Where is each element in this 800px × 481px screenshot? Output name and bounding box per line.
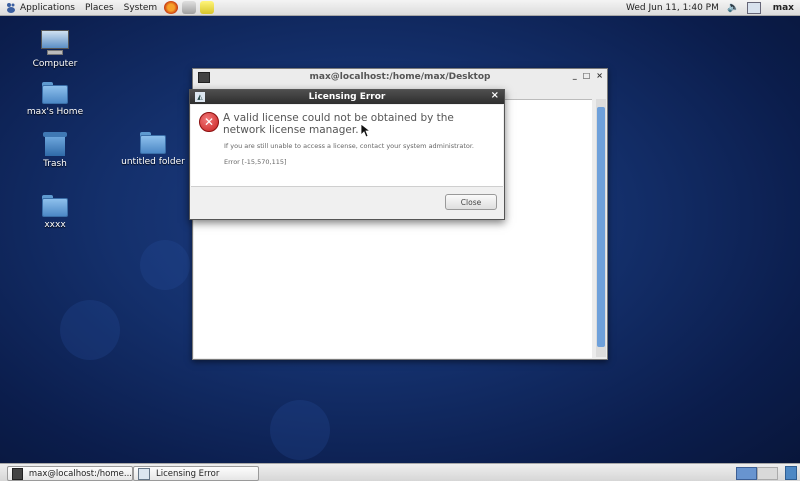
licensing-error-dialog: ◭ Licensing Error × ✕ A valid license co… <box>189 89 505 220</box>
desktop-icon-label: Trash <box>43 159 67 169</box>
desktop-icon-label: untitled folder <box>121 157 185 167</box>
trash-icon <box>43 132 67 156</box>
close-button[interactable]: × <box>596 71 603 80</box>
computer-icon <box>41 30 69 56</box>
app-logo-icon: ◭ <box>195 92 205 102</box>
dialog-content: ✕ A valid license could not be obtained … <box>191 105 503 187</box>
bg-bubble <box>60 300 120 360</box>
workspace-1[interactable] <box>736 467 757 480</box>
terminal-titlebar[interactable]: max@localhost:/home/max/Desktop _ □ × <box>193 69 607 85</box>
system-tray: 🔈 <box>727 0 762 15</box>
system-menu[interactable]: System <box>119 0 163 15</box>
error-detail: If you are still unable to access a lice… <box>224 142 474 150</box>
bg-bubble <box>270 400 330 460</box>
terminal-scrollbar[interactable] <box>596 99 606 357</box>
desktop-icon-home[interactable]: max's Home <box>20 82 90 117</box>
firefox-launcher-icon[interactable] <box>164 1 179 14</box>
network-icon[interactable] <box>747 1 762 14</box>
terminal-title: max@localhost:/home/max/Desktop <box>309 72 491 82</box>
desktop-icon-label: xxxx <box>44 220 66 230</box>
volume-icon[interactable]: 🔈 <box>727 2 739 13</box>
desktop-icon-label: max's Home <box>26 107 84 117</box>
scrollbar-thumb[interactable] <box>597 107 605 347</box>
desktop-icon-trash[interactable]: Trash <box>20 132 90 169</box>
taskbar-item-terminal[interactable]: max@localhost:/home... <box>7 466 133 481</box>
window-controls: _ □ × <box>573 71 603 80</box>
top-panel: Applications Places System Wed Jun 11, 1… <box>0 0 800 16</box>
places-menu[interactable]: Places <box>80 0 119 15</box>
error-code: Error [-15,570,115] <box>224 158 287 166</box>
notes-launcher-icon[interactable] <box>200 1 215 14</box>
desktop-icon-xxxx[interactable]: xxxx <box>20 195 90 230</box>
error-icon: ✕ <box>199 112 219 132</box>
taskbar-item-licensing-error[interactable]: Licensing Error <box>133 466 259 481</box>
user-menu[interactable]: max <box>773 0 794 15</box>
system-label: System <box>123 2 158 13</box>
close-button[interactable]: Close <box>445 194 497 210</box>
workspace-2[interactable] <box>757 467 778 480</box>
taskbar-item-label: max@localhost:/home... <box>28 468 132 479</box>
dialog-close-icon[interactable]: × <box>491 90 499 101</box>
trash-applet-icon[interactable] <box>785 466 797 480</box>
clock[interactable]: Wed Jun 11, 1:40 PM <box>626 0 719 15</box>
terminal-icon <box>12 467 23 480</box>
terminal-icon <box>198 72 210 83</box>
app-logo-icon <box>138 467 150 480</box>
gnome-foot-icon <box>5 2 17 14</box>
bg-bubble <box>140 240 190 290</box>
error-message: A valid license could not be obtained by… <box>223 112 454 136</box>
desktop-icon-label: Computer <box>32 59 78 69</box>
maximize-button[interactable]: □ <box>583 71 591 80</box>
folder-icon <box>140 132 166 154</box>
applications-menu[interactable]: Applications <box>0 0 80 15</box>
mouse-cursor-icon <box>361 124 370 138</box>
settings-launcher-icon[interactable] <box>182 1 197 14</box>
bottom-panel: max@localhost:/home... Licensing Error <box>0 463 800 481</box>
places-label: Places <box>84 2 114 13</box>
dialog-title: Licensing Error <box>308 92 386 102</box>
applications-label: Applications <box>20 2 75 13</box>
desktop-icon-untitled-folder[interactable]: untitled folder <box>118 132 188 167</box>
dialog-titlebar[interactable]: ◭ Licensing Error × <box>190 90 504 104</box>
folder-icon <box>42 195 68 217</box>
taskbar-item-label: Licensing Error <box>156 468 220 479</box>
desktop-icon-computer[interactable]: Computer <box>20 30 90 69</box>
minimize-button[interactable]: _ <box>573 71 577 80</box>
home-folder-icon <box>42 82 68 104</box>
